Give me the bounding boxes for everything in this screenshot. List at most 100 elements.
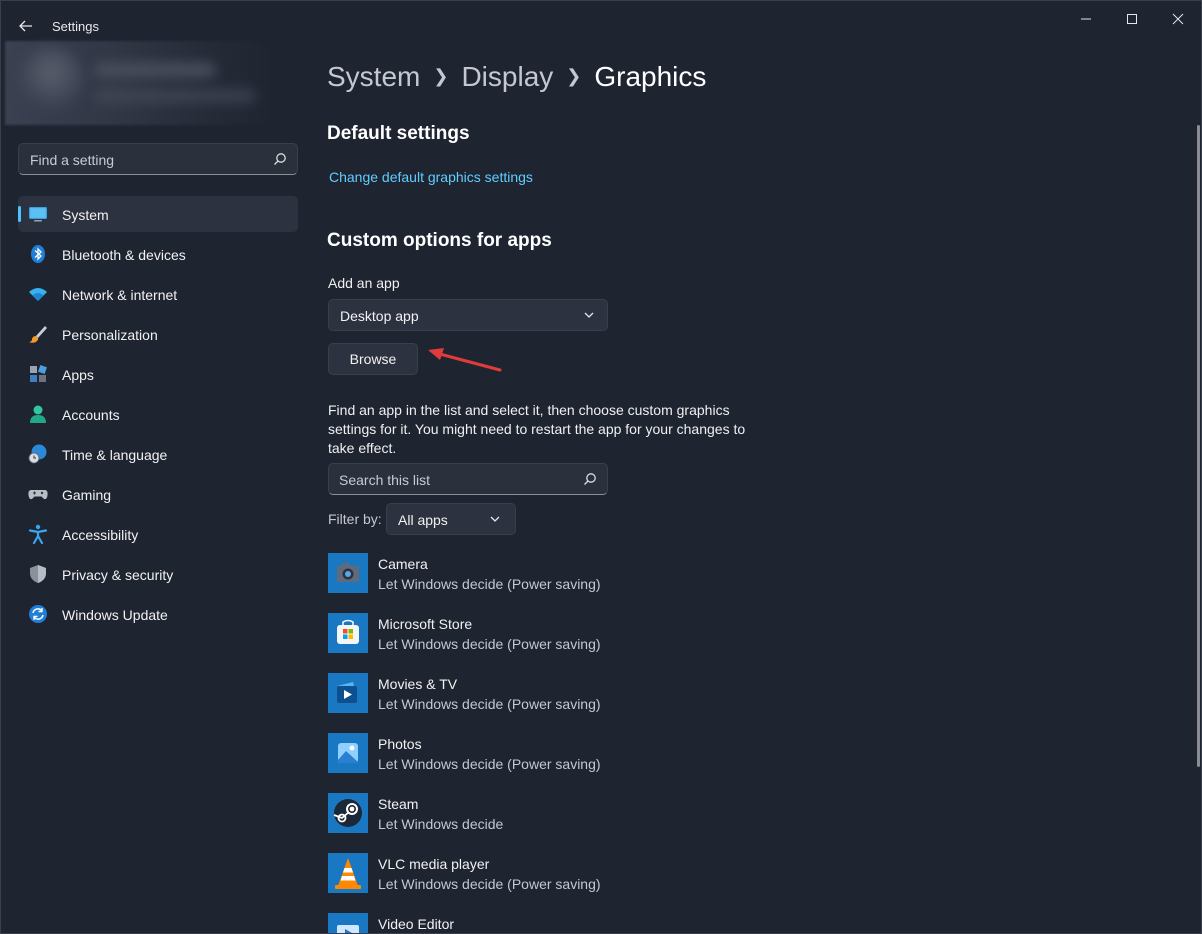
search-icon (274, 153, 286, 165)
breadcrumb-system[interactable]: System (327, 61, 420, 92)
avatar (19, 47, 83, 111)
sidebar-item-personalization[interactable]: Personalization (18, 316, 298, 352)
annotation-arrow (428, 348, 502, 372)
list-item-photos[interactable]: Photos Let Windows decide (Power saving) (328, 733, 728, 793)
sidebar-item-label: Gaming (62, 487, 112, 503)
app-name: Camera (378, 556, 428, 572)
sidebar-item-accounts[interactable]: Accounts (18, 396, 298, 432)
app-setting: Let Windows decide (378, 816, 504, 832)
sidebar-item-windows-update[interactable]: Windows Update (18, 596, 298, 632)
minimize-icon (1081, 18, 1091, 20)
app-type-value: Desktop app (340, 308, 419, 324)
app-name: VLC media player (378, 856, 490, 872)
sidebar-item-label: Accounts (62, 407, 120, 423)
accessibility-icon (28, 524, 48, 544)
settings-window: Settings Find a setting System Bluetooth… (0, 0, 1202, 934)
app-setting: Let Windows decide (Power saving) (378, 636, 601, 652)
back-button[interactable] (13, 13, 39, 39)
window-title: Settings (52, 19, 99, 34)
default-settings-heading: Default settings (327, 123, 470, 144)
search-icon (584, 473, 596, 485)
close-button[interactable] (1155, 9, 1201, 29)
globe-clock-icon (28, 444, 47, 464)
filter-label: Filter by: (328, 511, 382, 527)
app-setting: Let Windows decide (Power saving) (378, 876, 601, 892)
app-setting: Let Windows decide (Power saving) (378, 696, 601, 712)
photos-icon (328, 733, 368, 773)
app-setting: Let Windows decide (Power saving) (378, 576, 601, 592)
store-icon (328, 613, 368, 653)
bluetooth-icon (31, 245, 45, 263)
vertical-scrollbar[interactable] (1197, 125, 1200, 767)
app-name: Video Editor (378, 916, 455, 932)
minimize-button[interactable] (1063, 9, 1109, 29)
custom-options-heading: Custom options for apps (327, 230, 552, 251)
vlc-icon (328, 853, 368, 893)
sidebar-item-network[interactable]: Network & internet (18, 276, 298, 312)
list-item-movies-tv[interactable]: Movies & TV Let Windows decide (Power sa… (328, 673, 728, 733)
chevron-down-icon (490, 516, 500, 522)
list-item-steam[interactable]: Steam Let Windows decide (328, 793, 728, 853)
app-name: Steam (378, 796, 419, 812)
video-editor-icon (328, 913, 368, 933)
gamepad-icon (28, 490, 48, 500)
system-icon (29, 207, 47, 222)
list-item-camera[interactable]: Camera Let Windows decide (Power saving) (328, 553, 728, 613)
sidebar-item-label: Network & internet (62, 287, 178, 303)
sidebar-item-label: Apps (62, 367, 94, 383)
app-name: Microsoft Store (378, 616, 473, 632)
filter-dropdown[interactable]: All apps (386, 503, 516, 535)
list-item-video-editor[interactable]: Video Editor (328, 913, 728, 933)
settings-search-input[interactable]: Find a setting (18, 143, 298, 175)
settings-search-placeholder: Find a setting (30, 152, 115, 168)
app-list-description: Find an app in the list and select it, t… (328, 402, 746, 456)
sidebar-item-apps[interactable]: Apps (18, 356, 298, 392)
wifi-icon (29, 288, 47, 301)
app-list-search-input[interactable]: Search this list (328, 463, 608, 495)
sidebar-item-label: Privacy & security (62, 567, 174, 583)
blurred-email (95, 89, 255, 103)
add-app-label: Add an app (328, 275, 400, 291)
sidebar-item-label: Windows Update (62, 607, 168, 623)
chevron-down-icon (584, 312, 594, 318)
sidebar-item-label: System (62, 207, 109, 223)
close-icon (1172, 13, 1184, 25)
app-name: Photos (378, 736, 422, 752)
sidebar-item-label: Accessibility (62, 527, 139, 543)
sidebar-item-label: Time & language (62, 447, 168, 463)
maximize-button[interactable] (1109, 9, 1155, 29)
shield-icon (30, 565, 46, 583)
sidebar-item-privacy[interactable]: Privacy & security (18, 556, 298, 592)
update-icon (29, 605, 47, 623)
sidebar-item-bluetooth[interactable]: Bluetooth & devices (18, 236, 298, 272)
list-item-vlc[interactable]: VLC media player Let Windows decide (Pow… (328, 853, 728, 913)
maximize-icon (1127, 14, 1137, 24)
user-profile[interactable] (5, 41, 275, 125)
movies-icon (328, 673, 368, 713)
sidebar-item-time-language[interactable]: Time & language (18, 436, 298, 472)
app-list: Camera Let Windows decide (Power saving)… (328, 553, 728, 933)
apps-icon (30, 365, 47, 382)
page-title: Graphics (594, 61, 707, 92)
back-arrow-icon (19, 20, 32, 32)
list-item-microsoft-store[interactable]: Microsoft Store Let Windows decide (Powe… (328, 613, 728, 673)
app-name: Movies & TV (378, 676, 458, 692)
camera-icon (328, 553, 368, 593)
person-icon (30, 405, 46, 423)
breadcrumb-display[interactable]: Display (461, 61, 553, 92)
chevron-right-icon: ❯ (433, 66, 449, 86)
sidebar-item-system[interactable]: System (18, 196, 298, 232)
filter-value: All apps (398, 512, 448, 528)
change-default-graphics-link[interactable]: Change default graphics settings (329, 169, 533, 185)
sidebar-item-label: Personalization (62, 327, 158, 343)
app-type-dropdown[interactable]: Desktop app (328, 299, 608, 331)
app-setting: Let Windows decide (Power saving) (378, 756, 601, 772)
browse-button[interactable]: Browse (328, 343, 418, 375)
sidebar-item-accessibility[interactable]: Accessibility (18, 516, 298, 552)
steam-icon (328, 793, 368, 833)
sidebar-nav: System Bluetooth & devices Network & int… (18, 196, 298, 636)
chevron-right-icon: ❯ (566, 66, 582, 86)
sidebar-item-gaming[interactable]: Gaming (18, 476, 298, 512)
breadcrumb: System ❯ Display ❯ Graphics (327, 61, 706, 93)
app-list-search-placeholder: Search this list (339, 472, 431, 488)
